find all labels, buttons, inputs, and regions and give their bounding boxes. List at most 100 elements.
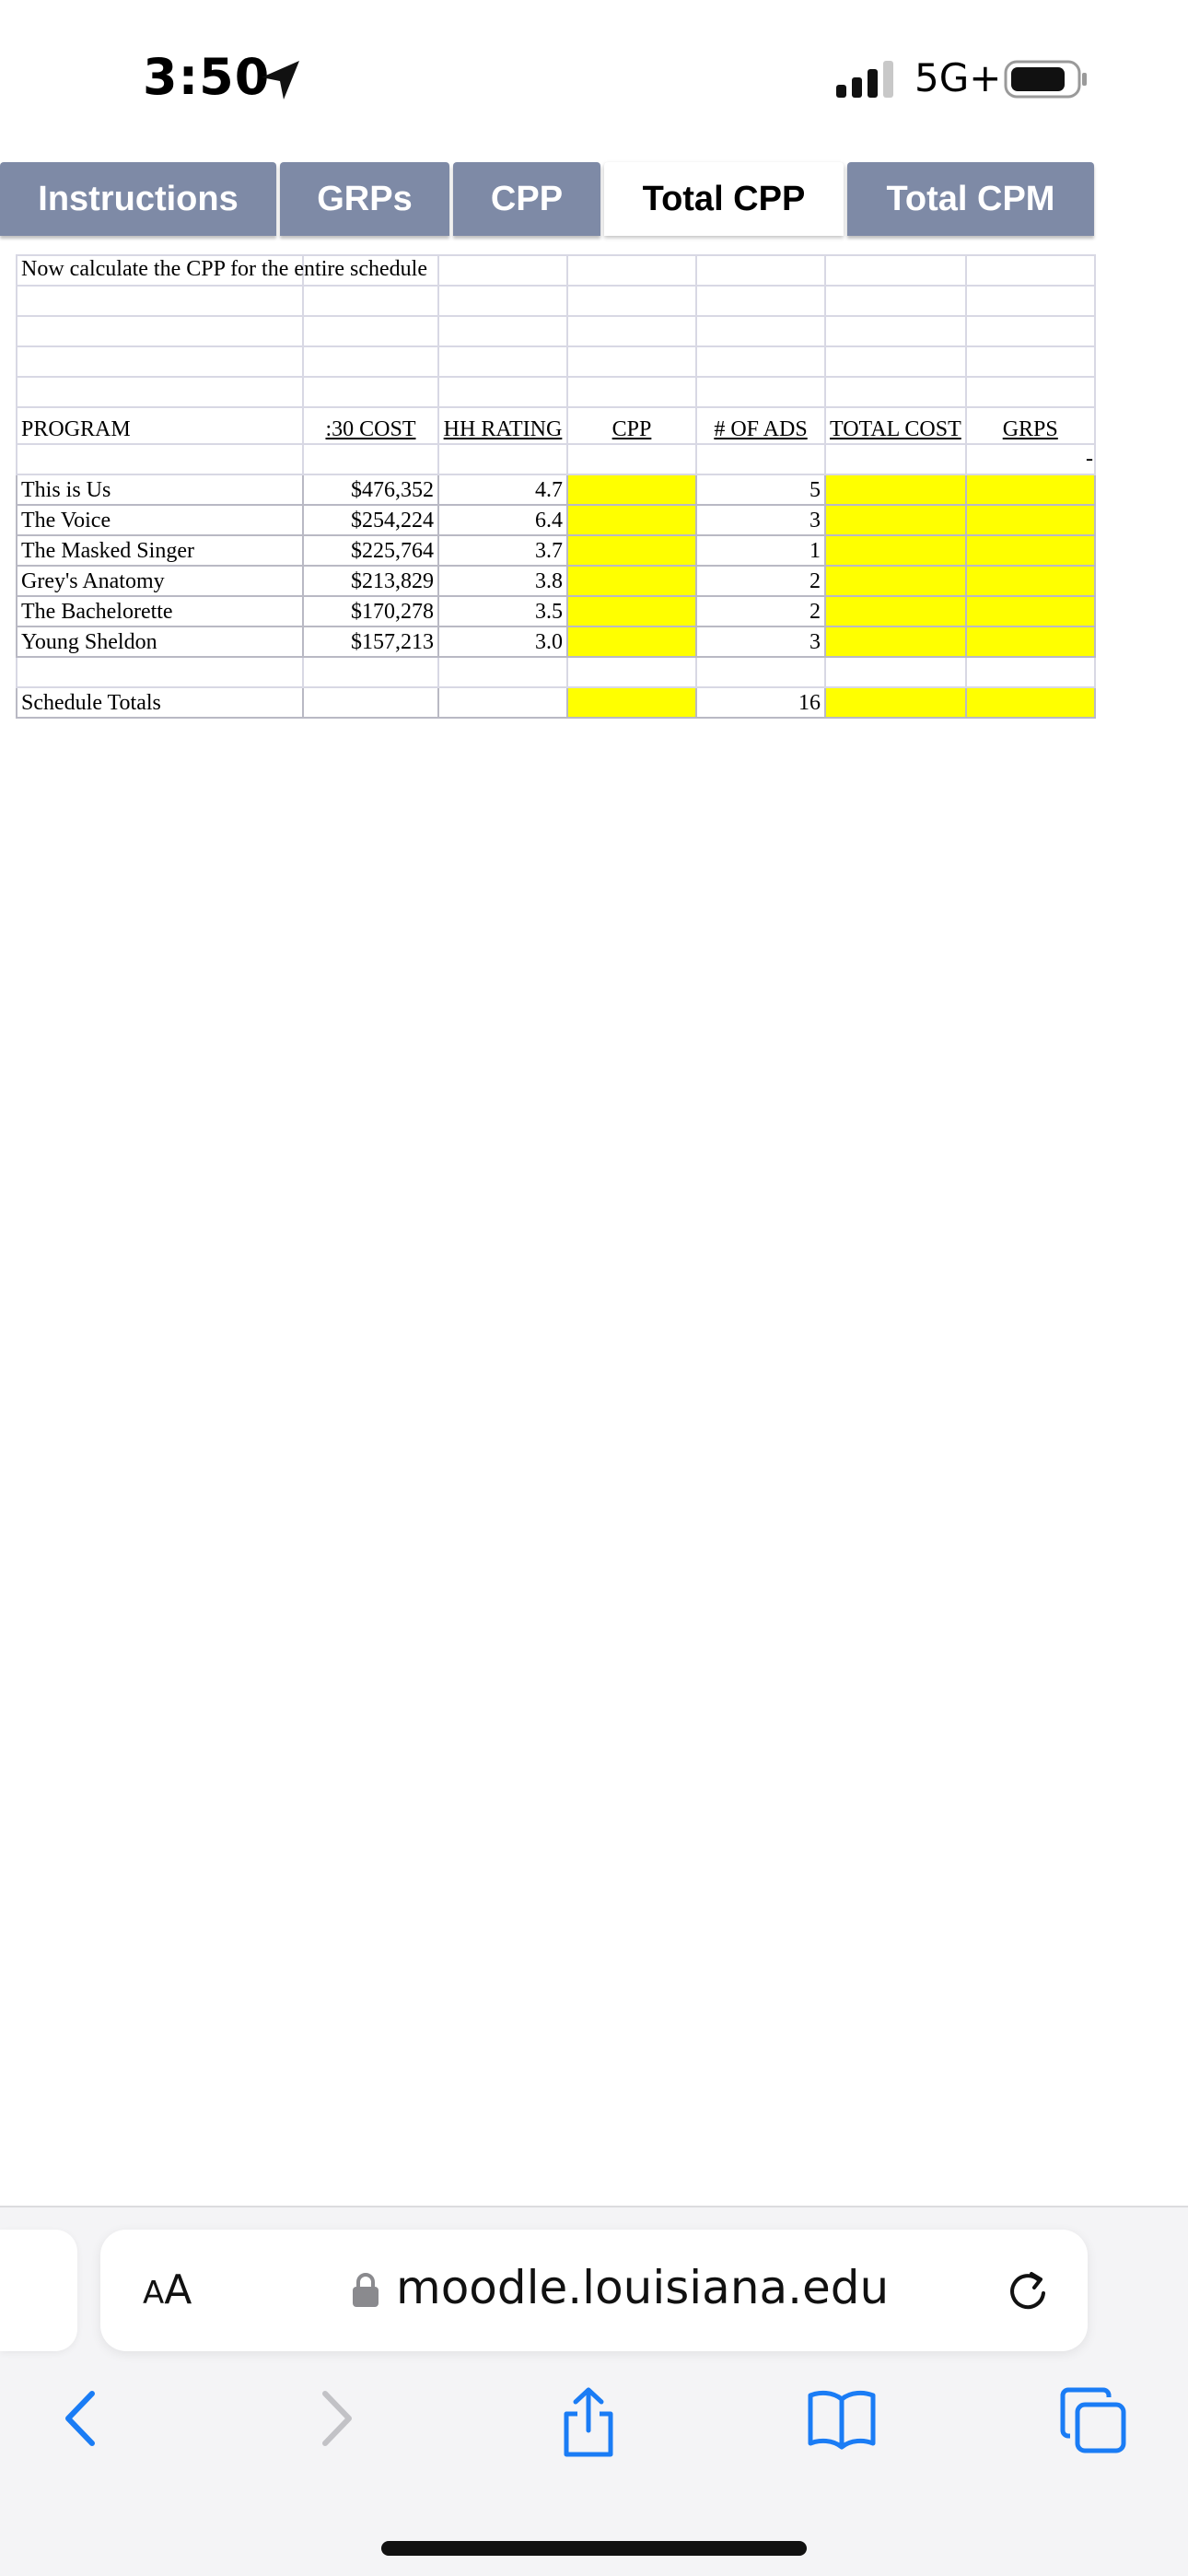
total-ads-value[interactable]: 16 <box>695 686 826 719</box>
empty-cell[interactable] <box>302 315 439 347</box>
cpp-input-cell[interactable] <box>566 474 697 506</box>
empty-cell[interactable] <box>566 315 697 347</box>
ads-value[interactable]: 5 <box>695 474 826 506</box>
empty-cell[interactable] <box>824 376 967 408</box>
empty-cell[interactable] <box>16 315 304 347</box>
empty-cell[interactable] <box>437 315 568 347</box>
header-cost-cell[interactable]: :30 COST <box>302 406 439 445</box>
tab-total-cpp[interactable]: Total CPP <box>604 162 844 236</box>
grps-input-cell[interactable] <box>964 595 1096 627</box>
empty-cell[interactable] <box>302 443 439 475</box>
cpp-input-cell[interactable] <box>566 534 697 567</box>
empty-cell[interactable] <box>566 376 697 408</box>
empty-cell[interactable] <box>302 285 439 317</box>
forward-icon[interactable] <box>318 2386 358 2451</box>
cost-value[interactable]: $225,764 <box>302 534 439 567</box>
empty-cell[interactable] <box>437 443 568 475</box>
tab-instructions[interactable]: Instructions <box>0 162 276 236</box>
total-cost-input-cell[interactable] <box>824 504 967 536</box>
empty-cell[interactable] <box>964 315 1096 347</box>
empty-cell[interactable] <box>302 345 439 378</box>
total-cost-input-cell[interactable] <box>824 626 967 658</box>
grps-input-cell[interactable] <box>964 626 1096 658</box>
cost-value[interactable]: $213,829 <box>302 565 439 597</box>
url-text[interactable]: moodle.louisiana.edu <box>396 2261 889 2314</box>
header-rating-cell[interactable]: HH RATING <box>437 406 568 445</box>
empty-cell[interactable] <box>964 376 1096 408</box>
tab-grps[interactable]: GRPs <box>280 162 449 236</box>
empty-cell[interactable] <box>964 656 1096 688</box>
grps-input-cell[interactable] <box>964 565 1096 597</box>
cost-value[interactable]: $157,213 <box>302 626 439 658</box>
empty-cell[interactable] <box>16 656 304 688</box>
rating-value[interactable]: 3.0 <box>437 626 568 658</box>
total-cost-input-cell[interactable] <box>824 595 967 627</box>
empty-cell[interactable] <box>437 285 568 317</box>
header-program[interactable]: PROGRAM <box>16 406 304 445</box>
cost-value[interactable]: $170,278 <box>302 595 439 627</box>
empty-cell[interactable] <box>964 254 1096 287</box>
empty-cell[interactable] <box>16 443 304 475</box>
rating-value[interactable]: 3.7 <box>437 534 568 567</box>
share-icon[interactable] <box>555 2386 622 2460</box>
back-icon[interactable] <box>59 2386 99 2451</box>
empty-cell[interactable] <box>695 443 826 475</box>
empty-cell[interactable] <box>566 656 697 688</box>
program-name[interactable]: The Masked Singer <box>16 534 304 567</box>
ads-value[interactable]: 2 <box>695 595 826 627</box>
empty-cell[interactable] <box>824 656 967 688</box>
previous-tab-card[interactable] <box>0 2230 77 2351</box>
empty-cell[interactable] <box>566 285 697 317</box>
tab-total-cpm[interactable]: Total CPM <box>847 162 1094 236</box>
empty-cell[interactable] <box>824 285 967 317</box>
grps-input-cell[interactable] <box>964 474 1096 506</box>
empty-cell[interactable] <box>437 345 568 378</box>
cost-value[interactable]: $254,224 <box>302 504 439 536</box>
rating-value[interactable]: 3.8 <box>437 565 568 597</box>
empty-cell[interactable] <box>16 376 304 408</box>
empty-cell[interactable] <box>566 345 697 378</box>
ads-value[interactable]: 3 <box>695 504 826 536</box>
empty-cell[interactable] <box>695 345 826 378</box>
empty-cell[interactable] <box>437 254 568 287</box>
totals-label[interactable]: Schedule Totals <box>16 686 304 719</box>
empty-cell[interactable] <box>695 254 826 287</box>
empty-cell[interactable] <box>437 686 568 719</box>
header-grps-cell[interactable]: GRPS <box>964 406 1096 445</box>
program-name[interactable]: Grey's Anatomy <box>16 565 304 597</box>
total-cost-input-cell[interactable] <box>824 534 967 567</box>
reader-options-button[interactable]: AA <box>143 2266 192 2313</box>
total-cpp-input-cell[interactable] <box>566 686 697 719</box>
reload-icon[interactable] <box>1004 2267 1052 2315</box>
empty-cell[interactable] <box>566 254 697 287</box>
ads-value[interactable]: 2 <box>695 565 826 597</box>
empty-cell[interactable] <box>964 285 1096 317</box>
ads-value[interactable]: 1 <box>695 534 826 567</box>
empty-cell[interactable] <box>964 443 1096 475</box>
cpp-input-cell[interactable] <box>566 565 697 597</box>
total-cost-input-cell[interactable] <box>824 565 967 597</box>
total-cost-input-cell[interactable] <box>824 474 967 506</box>
tab-cpp[interactable]: CPP <box>453 162 600 236</box>
schedule-total-cost-input-cell[interactable] <box>824 686 967 719</box>
rating-value[interactable]: 6.4 <box>437 504 568 536</box>
cpp-input-cell[interactable] <box>566 595 697 627</box>
empty-cell[interactable] <box>824 345 967 378</box>
empty-cell[interactable] <box>566 443 697 475</box>
empty-cell[interactable] <box>824 443 967 475</box>
program-name[interactable]: The Bachelorette <box>16 595 304 627</box>
rating-value[interactable]: 3.5 <box>437 595 568 627</box>
header-cpp-cell[interactable]: CPP <box>566 406 697 445</box>
empty-cell[interactable] <box>824 315 967 347</box>
empty-cell[interactable] <box>16 345 304 378</box>
cpp-input-cell[interactable] <box>566 626 697 658</box>
empty-cell[interactable] <box>302 686 439 719</box>
empty-cell[interactable] <box>302 376 439 408</box>
header-total-cost-cell[interactable]: TOTAL COST <box>824 406 967 445</box>
empty-cell[interactable] <box>695 315 826 347</box>
bookmarks-icon[interactable] <box>807 2386 877 2451</box>
empty-cell[interactable] <box>695 656 826 688</box>
program-name[interactable]: This is Us <box>16 474 304 506</box>
empty-cell[interactable] <box>437 656 568 688</box>
empty-cell[interactable] <box>16 285 304 317</box>
